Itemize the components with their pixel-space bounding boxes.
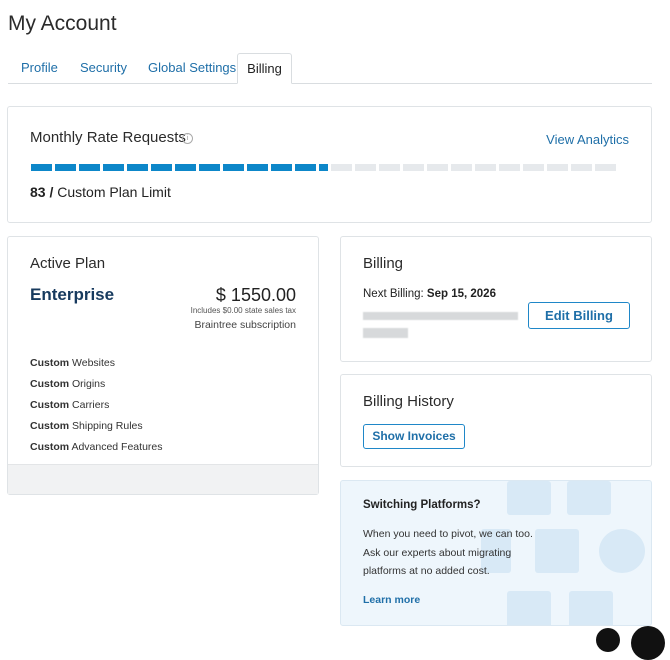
switching-line-1: When you need to pivot, we can too. xyxy=(363,528,533,540)
usage-bar-segment xyxy=(31,164,52,171)
usage-bar-segment xyxy=(151,164,172,171)
redacted-card-expiry xyxy=(363,328,408,338)
tab-global-settings[interactable]: Global Settings xyxy=(148,53,236,83)
tab-security[interactable]: Security xyxy=(80,53,127,83)
usage-bar-segment xyxy=(295,164,316,171)
next-billing: Next Billing: Sep 15, 2026 xyxy=(363,288,496,300)
usage-bar-segment xyxy=(571,164,592,171)
usage-bar-segment xyxy=(475,164,496,171)
edit-billing-button[interactable]: Edit Billing xyxy=(528,302,630,329)
usage-bar-segment xyxy=(103,164,124,171)
usage-bar-segment xyxy=(499,164,520,171)
switching-platforms-card: Switching Platforms? When you need to pi… xyxy=(340,480,652,626)
usage-limit-label: Custom Plan Limit xyxy=(57,184,171,200)
usage-bar-segment xyxy=(55,164,76,171)
feature-carriers: Custom Carriers xyxy=(30,399,110,411)
magento-logo-icon xyxy=(507,481,551,515)
usage-bar-segment xyxy=(271,164,292,171)
redacted-card-info xyxy=(363,312,518,320)
billing-heading: Billing xyxy=(363,255,404,272)
info-icon[interactable]: i xyxy=(182,133,193,144)
feature-origins: Custom Origins xyxy=(30,378,106,390)
usage-bar-segment xyxy=(355,164,376,171)
learn-more-link[interactable]: Learn more xyxy=(363,594,420,606)
usage-bar-segment xyxy=(199,164,220,171)
help-icon[interactable] xyxy=(631,626,665,660)
tab-bar: Profile Security Global Settings Billing xyxy=(8,53,652,84)
tax-note: Includes $0.00 state sales tax xyxy=(190,306,296,315)
usage-count: 83 xyxy=(30,184,46,200)
bigcommerce-logo-icon xyxy=(535,529,579,573)
next-billing-label: Next Billing: xyxy=(363,288,424,300)
usage-bar-segment xyxy=(79,164,100,171)
switching-line-2: Ask our experts about migrating xyxy=(363,547,512,559)
view-analytics-link[interactable]: View Analytics xyxy=(546,132,629,147)
usage-separator: / xyxy=(49,184,54,200)
next-billing-date: Sep 15, 2026 xyxy=(426,288,496,300)
usage-bar-segment xyxy=(379,164,400,171)
usage-bar-segment xyxy=(451,164,472,171)
billing-history-heading: Billing History xyxy=(363,393,454,410)
tab-profile[interactable]: Profile xyxy=(21,53,58,83)
usage-summary: 83 / Custom Plan Limit xyxy=(30,184,171,200)
rate-requests-card: Monthly Rate Requests i View Analytics 8… xyxy=(7,106,652,223)
usage-bar-segment xyxy=(595,164,616,171)
usage-bar-segment xyxy=(547,164,568,171)
rate-requests-title: Monthly Rate Requests xyxy=(30,129,186,146)
usage-bar-segment xyxy=(319,164,328,171)
subscription-type: Braintree subscription xyxy=(194,319,296,331)
usage-bar-segment xyxy=(247,164,268,171)
usage-progress-bar xyxy=(31,164,616,172)
show-invoices-button[interactable]: Show Invoices xyxy=(363,424,465,449)
feature-advanced-features: Custom Advanced Features xyxy=(30,441,163,453)
usage-bar-segment xyxy=(403,164,424,171)
active-plan-card: Active Plan Enterprise $ 1550.00 Include… xyxy=(7,236,319,495)
switching-heading: Switching Platforms? xyxy=(363,499,481,511)
page-title: My Account xyxy=(8,12,117,35)
usage-bar-segment xyxy=(223,164,244,171)
adobe-logo-icon xyxy=(567,481,611,515)
feature-websites: Custom Websites xyxy=(30,357,116,369)
salesforce-logo-icon xyxy=(599,529,645,573)
plan-card-footer xyxy=(8,464,318,494)
tab-billing[interactable]: Billing xyxy=(237,53,292,84)
active-plan-heading: Active Plan xyxy=(30,255,106,272)
plan-price: $ 1550.00 xyxy=(215,285,296,305)
billing-card: Billing Next Billing: Sep 15, 2026 Edit … xyxy=(340,236,652,362)
switching-line-3: platforms at no added cost. xyxy=(363,565,490,577)
zen-logo-icon xyxy=(507,591,551,625)
woo-logo-icon xyxy=(569,591,613,625)
feature-shipping-rules: Custom Shipping Rules xyxy=(30,420,143,432)
plan-name: Enterprise xyxy=(30,285,115,304)
billing-history-card: Billing History Show Invoices xyxy=(340,374,652,467)
chat-icon[interactable] xyxy=(596,628,620,652)
usage-bar-segment xyxy=(427,164,448,171)
usage-bar-segment xyxy=(523,164,544,171)
usage-bar-segment xyxy=(175,164,196,171)
usage-bar-segment xyxy=(331,164,352,171)
usage-bar-segment xyxy=(127,164,148,171)
